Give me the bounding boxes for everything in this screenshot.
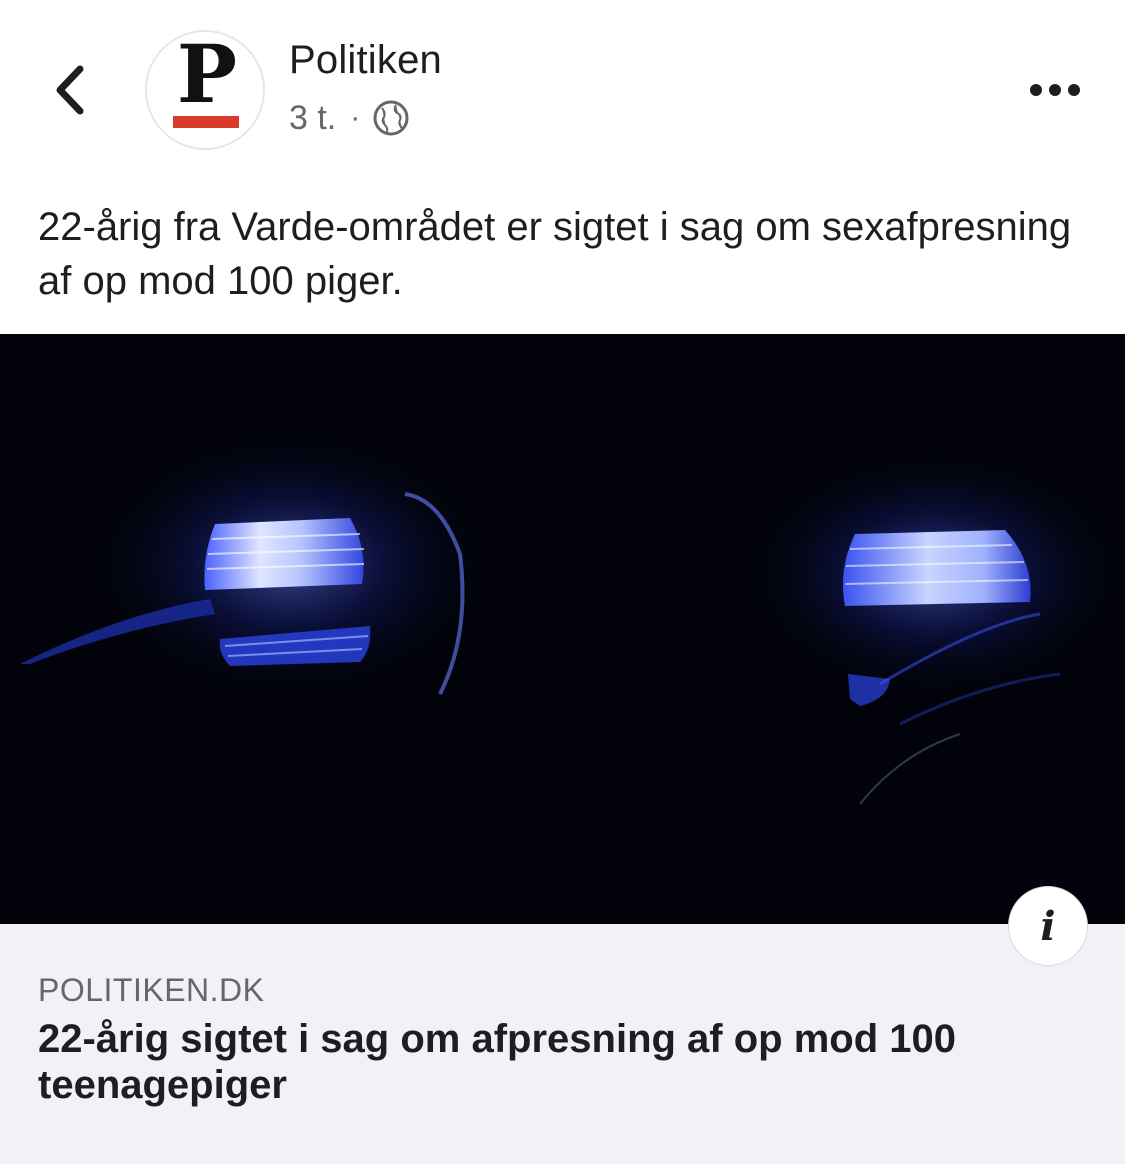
page-name[interactable]: Politiken [289,38,442,83]
post-meta: 3 t. · [289,96,410,140]
politiken-logo: P [147,32,263,148]
link-domain: POLITIKEN.DK [38,972,265,1008]
link-title: 22-årig sigtet i sag om afpresning af op… [38,1017,956,1107]
post-header: P Politiken 3 t. · [0,0,1125,170]
avatar[interactable]: P [145,30,265,150]
meta-separator: · [350,101,361,134]
post-text: 22-årig fra Varde-området er sigtet i sa… [38,205,1072,303]
post-time[interactable]: 3 t. [289,99,336,138]
more-options-button[interactable] [1020,70,1090,110]
more-dots-icon [1030,84,1080,96]
chevron-left-icon [56,65,84,115]
info-button[interactable]: i [1008,886,1088,966]
back-button[interactable] [40,55,100,125]
svg-text:P: P [177,32,237,121]
globe-icon[interactable] [372,99,410,137]
link-preview[interactable]: POLITIKEN.DK 22-årig sigtet i sag om afp… [0,924,1125,1164]
link-image[interactable] [0,334,1125,924]
